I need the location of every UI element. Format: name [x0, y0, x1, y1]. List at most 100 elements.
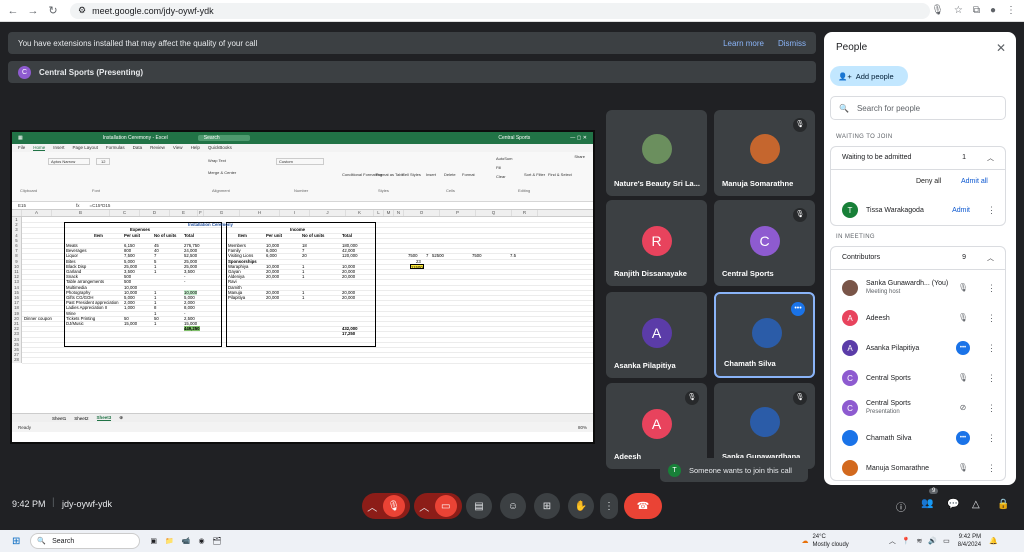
people-search-input[interactable]: 🔍 Search for people [830, 96, 1006, 120]
participant-photo [749, 407, 780, 437]
weather-widget[interactable]: 24°C Mostly cloudy [812, 533, 848, 549]
participant-tile[interactable]: Sanka Gunawardhana 🎙 [714, 383, 815, 469]
more-options-icon[interactable]: ⋮ [987, 433, 996, 444]
taskbar-search[interactable]: 🔍 Search [30, 533, 141, 549]
address-bar[interactable]: ⚙ meet.google.com/jdy-oywf-ydk [70, 2, 930, 19]
cell: 7.5 [510, 253, 516, 259]
notifications-icon[interactable]: 🔔 [989, 537, 998, 545]
more-options-button[interactable]: ⋮ [600, 493, 618, 519]
participant-name: Asanka Pilapitiya [866, 344, 920, 352]
participant-tile[interactable]: A Asanka Pilapitiya [606, 292, 707, 378]
mic-permission-icon[interactable]: 🎙 [931, 5, 944, 16]
people-icon[interactable]: 👥 [921, 498, 933, 509]
info-icon[interactable]: ⓘ [896, 499, 906, 514]
chevron-up-icon[interactable]: ︿ [987, 153, 994, 163]
weather-icon[interactable]: ☁ [801, 537, 808, 545]
tray-chevron-icon[interactable]: ︿ [889, 536, 896, 546]
add-people-button[interactable]: 👤+ Add people [830, 66, 908, 86]
participant-avatar [842, 460, 858, 476]
chat-icon[interactable]: 💬 [947, 499, 959, 510]
weather-temp: 24°C [812, 534, 826, 540]
close-icon[interactable]: ✕ [996, 41, 1006, 55]
people-panel: People ✕ 👤+ Add people 🔍 Search for peop… [824, 32, 1016, 485]
file-explorer-icon[interactable]: 📁 [165, 537, 174, 545]
separator: | [52, 497, 55, 508]
speaking-icon[interactable]: ••• [956, 341, 970, 355]
chevron-up-icon[interactable]: ︿ [367, 499, 377, 514]
start-icon[interactable]: ⊞ [12, 536, 20, 547]
participant-tile[interactable]: A Adeesh 🎙 [606, 383, 707, 469]
mic-off-icon[interactable]: 🎙 [956, 461, 970, 475]
mic-off-icon[interactable]: 🎙 [956, 281, 970, 295]
extensions-notice: You have extensions installed that may a… [8, 32, 816, 54]
add-sheet-icon: ⊕ [119, 415, 124, 420]
present-off-icon[interactable]: ⊘ [956, 401, 970, 415]
deny-all-button[interactable]: Deny all [916, 178, 941, 185]
waiting-header[interactable]: Waiting to be admitted 1 ︿ [830, 146, 1006, 170]
more-options-icon[interactable]: ⋮ [987, 343, 996, 354]
extensions-icon[interactable]: ⧉ [973, 5, 980, 16]
task-view-icon[interactable]: ▣ [150, 537, 157, 545]
contributors-header[interactable]: Contributors 9 ︿ [830, 246, 1006, 270]
reactions-button[interactable]: ☺ [500, 493, 526, 519]
chevron-up-icon[interactable]: ︿ [987, 253, 994, 263]
cell: 8,000 [184, 305, 195, 311]
font-name: Aptos Narrow [48, 158, 91, 165]
present-button[interactable]: ⊞ [534, 493, 560, 519]
more-options-icon[interactable]: ••• [791, 302, 805, 316]
excel-menu-item: File [18, 145, 26, 150]
participant-tile[interactable]: Nature's Beauty Sri La... [606, 110, 707, 196]
speaking-icon[interactable]: ••• [956, 431, 970, 445]
admit-all-button[interactable]: Admit all [961, 178, 988, 185]
admit-button[interactable]: Admit [952, 207, 970, 214]
cell: 20,000 [266, 295, 280, 300]
folder-icon[interactable]: 🗂 [213, 537, 222, 545]
dismiss-link[interactable]: Dismiss [778, 39, 806, 48]
participant-tile[interactable]: R Ranjith Dissanayake [606, 200, 707, 286]
battery-icon[interactable]: ▭ [943, 537, 950, 545]
join-request-toast[interactable]: T Someone wants to join this call [660, 458, 808, 482]
mic-off-icon[interactable]: 🎙 [956, 371, 970, 385]
cell: - [184, 279, 186, 285]
location-icon[interactable]: 📍 [902, 537, 911, 545]
bookmark-star-icon[interactable]: ☆ [954, 5, 963, 16]
mic-toggle[interactable]: ︿ 🎙 [362, 493, 410, 519]
reload-icon[interactable]: ↻ [46, 4, 60, 17]
chrome-icon[interactable]: ◉ [198, 537, 204, 545]
participant-avatar: C [842, 400, 858, 416]
meet-app-icon[interactable]: 📹 [182, 537, 191, 545]
activities-icon[interactable]: △ [972, 499, 980, 510]
host-controls-icon[interactable]: 🔒 [997, 499, 1009, 510]
participant-tile[interactable]: C Central Sports 🎙 [714, 200, 815, 286]
waiting-person-row: T Tissa Warakagoda Admit ⋮ [830, 196, 1006, 224]
volume-icon[interactable]: 🔊 [928, 537, 937, 545]
back-icon[interactable]: ← [6, 5, 20, 17]
participant-tile[interactable]: Manuja Somarathne 🎙 [714, 110, 815, 196]
learn-more-link[interactable]: Learn more [723, 39, 764, 48]
mic-off-icon[interactable]: 🎙 [956, 311, 970, 325]
participant-avatar: C [749, 226, 780, 256]
more-options-icon[interactable]: ⋮ [987, 373, 996, 384]
excel-zoom: 80% [577, 424, 587, 430]
more-options-icon[interactable]: ⋮ [987, 283, 996, 294]
clear: Clear [496, 174, 506, 179]
leave-call-button[interactable]: ☎ [624, 493, 662, 519]
menu-kebab-icon[interactable]: ⋮ [1006, 5, 1016, 16]
captions-button[interactable]: ▤ [466, 493, 492, 519]
profile-avatar[interactable]: ● [990, 5, 996, 16]
raise-hand-button[interactable]: ✋ [568, 493, 594, 519]
more-options-icon[interactable]: ⋮ [987, 205, 996, 216]
more-options-icon[interactable]: ⋮ [987, 463, 996, 474]
site-info-icon[interactable]: ⚙ [78, 5, 86, 16]
more-options-icon[interactable]: ⋮ [987, 403, 996, 414]
participant-tile[interactable]: Chamath Silva ••• [714, 292, 815, 378]
sort-filter: Sort & Filter [524, 172, 546, 177]
cell: 20 [302, 253, 307, 259]
forward-icon[interactable]: → [26, 5, 40, 17]
clock[interactable]: 9:42 PM 8/4/2024 [958, 533, 981, 549]
more-options-icon[interactable]: ⋮ [987, 313, 996, 324]
column-header: G [204, 210, 240, 216]
camera-toggle[interactable]: ︿ ▭ [414, 493, 462, 519]
chevron-up-icon[interactable]: ︿ [419, 499, 429, 514]
wifi-icon[interactable]: ≋ [917, 537, 923, 545]
